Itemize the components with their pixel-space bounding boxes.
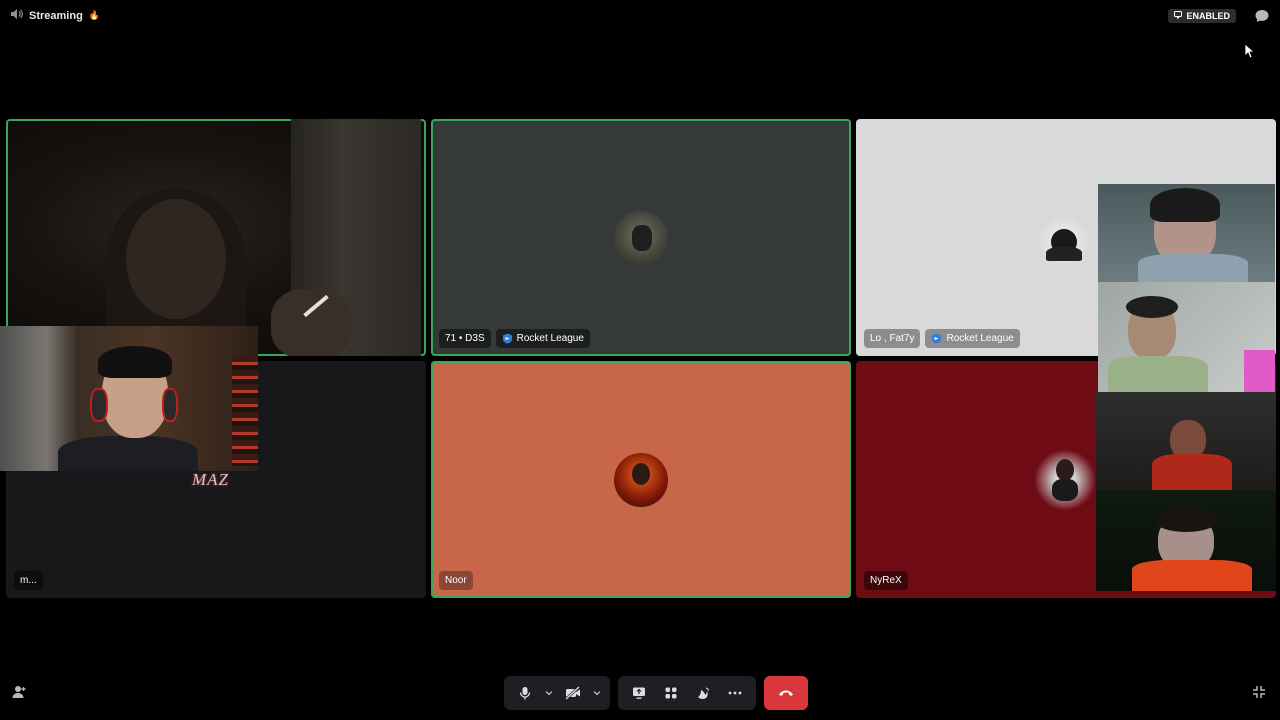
username-label: Lo , Fat7y bbox=[864, 329, 921, 348]
disconnect-button[interactable] bbox=[764, 676, 808, 710]
call-controls bbox=[504, 676, 808, 710]
activity-label: Rocket League bbox=[516, 333, 584, 344]
rocket-league-icon bbox=[502, 333, 512, 344]
hangup-icon bbox=[779, 690, 793, 696]
name-tag: 71 • D3S Rocket League bbox=[439, 329, 590, 348]
more-icon bbox=[728, 691, 742, 695]
username-label: Noor bbox=[439, 571, 473, 590]
activities-button[interactable] bbox=[656, 679, 686, 707]
name-tag: Noor bbox=[439, 571, 473, 590]
channel-name: Streaming bbox=[29, 9, 83, 22]
channel-emoji: 🔥 bbox=[88, 10, 101, 20]
username-label: 71 • D3S bbox=[439, 329, 491, 348]
username-label: NyReX bbox=[864, 571, 908, 590]
watermark-logo: MAZ bbox=[192, 470, 229, 489]
name-tag: Lo , Fat7y Rocket League bbox=[864, 329, 1020, 348]
video-tile-1[interactable] bbox=[6, 119, 426, 356]
minimize-icon bbox=[1253, 686, 1265, 698]
call-header: Streaming 🔥 ENABLED bbox=[0, 0, 1280, 32]
soundboard-button[interactable] bbox=[688, 679, 718, 707]
screen-share-icon bbox=[633, 687, 645, 699]
user-avatar bbox=[614, 211, 668, 265]
camera-options-button[interactable] bbox=[590, 679, 604, 707]
user-avatar bbox=[1038, 215, 1090, 267]
user-tile-d3s[interactable]: 71 • D3S Rocket League bbox=[431, 119, 851, 356]
friend-cam-1 bbox=[1098, 184, 1275, 282]
activity-badge: Rocket League bbox=[925, 329, 1020, 348]
activities-icon bbox=[665, 687, 677, 699]
camera-off-icon bbox=[565, 686, 580, 700]
exit-fullscreen-button[interactable] bbox=[1251, 684, 1269, 702]
mic-options-button[interactable] bbox=[542, 679, 556, 707]
camera-button[interactable] bbox=[558, 679, 588, 707]
display-icon bbox=[1174, 11, 1183, 21]
microphone-icon bbox=[519, 687, 531, 700]
user-avatar bbox=[1034, 449, 1096, 511]
name-tag: m... bbox=[14, 571, 43, 590]
chevron-down-icon bbox=[545, 691, 553, 696]
activity-badge: Rocket League bbox=[495, 329, 590, 348]
more-options-button[interactable] bbox=[720, 679, 750, 707]
streamer-facecam-overlay bbox=[0, 326, 258, 471]
user-tile-noor[interactable]: Noor bbox=[431, 361, 851, 598]
status-label: ENABLED bbox=[1186, 11, 1230, 21]
chat-button[interactable] bbox=[1254, 8, 1270, 24]
invite-button[interactable] bbox=[11, 684, 29, 702]
activity-label: Rocket League bbox=[946, 333, 1014, 344]
voice-video-group bbox=[504, 676, 610, 710]
name-tag: NyReX bbox=[864, 571, 908, 590]
speaker-icon bbox=[10, 8, 23, 23]
screen-share-button[interactable] bbox=[624, 679, 654, 707]
chevron-down-icon bbox=[593, 691, 601, 696]
webcam-feed bbox=[6, 119, 426, 356]
activity-group bbox=[618, 676, 756, 710]
mic-button[interactable] bbox=[510, 679, 540, 707]
rocket-league-icon bbox=[932, 333, 942, 344]
soundboard-icon bbox=[698, 687, 710, 700]
user-avatar bbox=[614, 453, 668, 507]
add-user-icon bbox=[12, 686, 26, 698]
friend-cam-2 bbox=[1098, 282, 1275, 392]
channel-title: Streaming 🔥 bbox=[10, 8, 100, 23]
status-badge[interactable]: ENABLED bbox=[1168, 9, 1236, 23]
mouse-cursor bbox=[1244, 43, 1256, 64]
friend-cam-4 bbox=[1096, 490, 1276, 591]
chat-icon bbox=[1255, 10, 1269, 22]
username-label: m... bbox=[14, 571, 43, 590]
friend-cam-3 bbox=[1096, 392, 1276, 490]
